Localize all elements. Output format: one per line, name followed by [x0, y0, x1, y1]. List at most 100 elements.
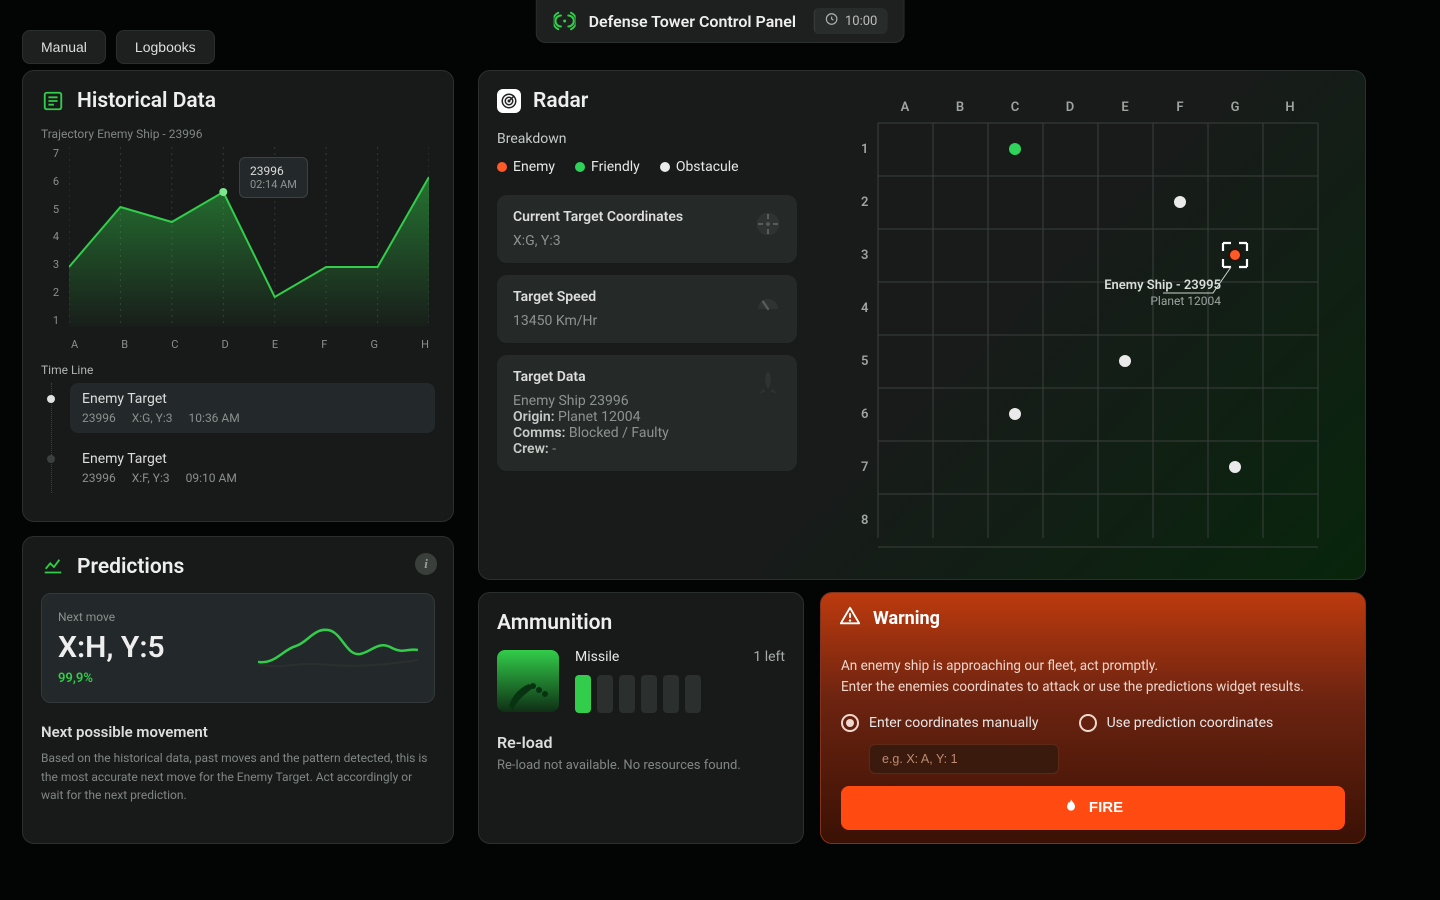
origin-value: Planet 12004 [558, 409, 640, 425]
rocket-icon [753, 369, 783, 399]
radio-prediction-label: Use prediction coordinates [1107, 715, 1274, 731]
target-data-card: Target Data Enemy Ship 23996 Origin: Pla… [497, 355, 797, 471]
radar-point-obstacle[interactable] [1119, 355, 1131, 367]
radio-manual-label: Enter coordinates manually [869, 715, 1039, 731]
ammo-bars [575, 675, 785, 713]
timeline-item-id: 23996 [82, 411, 116, 425]
ammo-left: 1 left [753, 649, 785, 665]
speed-card: Target Speed 13450 Km/Hr [497, 275, 797, 343]
svg-text:2: 2 [861, 195, 868, 210]
warning-title: Warning [873, 608, 940, 629]
svg-text:8: 8 [861, 513, 868, 528]
timeline-item-label: Enemy Target [82, 391, 423, 407]
target-data-name: Enemy Ship 23996 [513, 393, 781, 409]
coord-card: Current Target Coordinates X:G, Y:3 [497, 195, 797, 263]
crew-label: Crew: [513, 441, 549, 457]
radar-panel: Radar Breakdown Enemy Friendly Obstacule… [478, 70, 1366, 580]
manual-button[interactable]: Manual [22, 30, 106, 64]
radar-legend: Enemy Friendly Obstacule [497, 159, 797, 175]
legend-enemy: Enemy [497, 159, 555, 175]
radar-target-marker[interactable] [1223, 243, 1247, 267]
historical-title: Historical Data [77, 89, 216, 113]
timeline-item-label: Enemy Target [82, 451, 423, 467]
svg-text:C: C [1011, 100, 1020, 115]
radar-point-friendly[interactable] [1009, 143, 1021, 155]
ammunition-panel: Ammunition Missile 1 left Re-load Re-loa… [478, 592, 804, 844]
historical-chart: 7654321 [41, 147, 435, 357]
fire-button[interactable]: FIRE [841, 786, 1345, 830]
prediction-accuracy: 99,9% [58, 671, 242, 686]
info-icon[interactable]: i [415, 553, 437, 575]
clock-icon [825, 12, 839, 30]
svg-text:D: D [1066, 100, 1074, 115]
radar-point-obstacle[interactable] [1009, 408, 1021, 420]
prediction-value: X:H, Y:5 [58, 630, 242, 665]
reload-message: Re-load not available. No resources foun… [497, 758, 785, 773]
radar-point-obstacle[interactable] [1229, 461, 1241, 473]
ammo-name: Missile [575, 649, 619, 665]
header-bar: Defense Tower Control Panel 10:00 [536, 0, 905, 43]
list-icon [41, 89, 65, 113]
fire-button-label: FIRE [1089, 799, 1123, 816]
tower-icon [553, 9, 577, 33]
svg-text:A: A [901, 100, 910, 115]
timeline-item-time: 10:36 AM [189, 411, 240, 425]
svg-text:F: F [1176, 100, 1183, 115]
chart-x-axis: ABCDEFGH [71, 338, 429, 351]
fire-icon [1063, 798, 1079, 818]
reload-title: Re-load [497, 733, 785, 752]
timer-badge: 10:00 [814, 8, 887, 34]
coord-card-title: Current Target Coordinates [513, 209, 781, 225]
radar-target-label: Enemy Ship - 23995 [1104, 278, 1221, 293]
speed-card-value: 13450 Km/Hr [513, 313, 781, 329]
missile-icon [497, 650, 559, 712]
comms-label: Comms: [513, 425, 565, 441]
timeline-item-time: 09:10 AM [186, 471, 237, 485]
timeline-item-coord: X:G, Y:3 [132, 411, 173, 425]
crosshair-icon [753, 209, 783, 239]
timeline-item[interactable]: Enemy Target 23996 X:G, Y:3 10:36 AM [70, 383, 435, 433]
legend-friendly: Friendly [575, 159, 640, 175]
coordinates-input[interactable] [869, 744, 1059, 774]
radar-target-sublabel: Planet 12004 [1150, 294, 1221, 308]
radio-prediction[interactable]: Use prediction coordinates [1079, 714, 1274, 732]
svg-text:G: G [1231, 100, 1240, 115]
warning-icon [839, 605, 861, 632]
radar-grid[interactable]: AB CD EF GH 1234 5678 [843, 93, 1343, 553]
breakdown-label: Breakdown [497, 131, 797, 147]
comms-value: Blocked / Faulty [569, 425, 669, 441]
chart-tooltip: 23996 02:14 AM [239, 157, 308, 198]
origin-label: Origin: [513, 409, 555, 425]
chart-tooltip-time: 02:14 AM [250, 178, 297, 191]
predictions-title: Predictions [77, 555, 184, 579]
coord-card-value: X:G, Y:3 [513, 233, 781, 249]
historical-panel: Historical Data Trajectory Enemy Ship - … [22, 70, 454, 522]
svg-text:E: E [1121, 100, 1129, 115]
radar-icon [497, 89, 521, 113]
svg-text:1: 1 [861, 142, 868, 157]
historical-chart-caption: Trajectory Enemy Ship - 23996 [41, 127, 435, 141]
logbooks-button[interactable]: Logbooks [116, 30, 215, 64]
crew-value: - [552, 441, 556, 457]
svg-text:6: 6 [861, 407, 868, 422]
radio-icon [841, 714, 859, 732]
timeline-item[interactable]: Enemy Target 23996 X:F, Y:3 09:10 AM [70, 443, 435, 493]
predictions-body: Based on the historical data, past moves… [41, 749, 435, 805]
radio-manual[interactable]: Enter coordinates manually [841, 714, 1039, 732]
tab-buttons: Manual Logbooks [22, 30, 215, 64]
speed-card-title: Target Speed [513, 289, 781, 305]
warning-panel: Warning An enemy ship is approaching our… [820, 592, 1366, 844]
svg-text:7: 7 [861, 460, 868, 475]
timeline-item-id: 23996 [82, 471, 116, 485]
svg-text:3: 3 [861, 248, 868, 263]
timeline-item-coord: X:F, Y:3 [132, 471, 170, 485]
prediction-sparkline [258, 618, 418, 678]
gauge-icon [753, 289, 783, 319]
radar-point-obstacle[interactable] [1174, 196, 1186, 208]
svg-text:5: 5 [861, 354, 868, 369]
radio-icon [1079, 714, 1097, 732]
trend-icon [41, 555, 65, 579]
radar-col-labels: AB CD EF GH [901, 100, 1295, 115]
chart-y-axis: 7654321 [41, 147, 59, 327]
predictions-subtitle: Next possible movement [41, 723, 435, 741]
